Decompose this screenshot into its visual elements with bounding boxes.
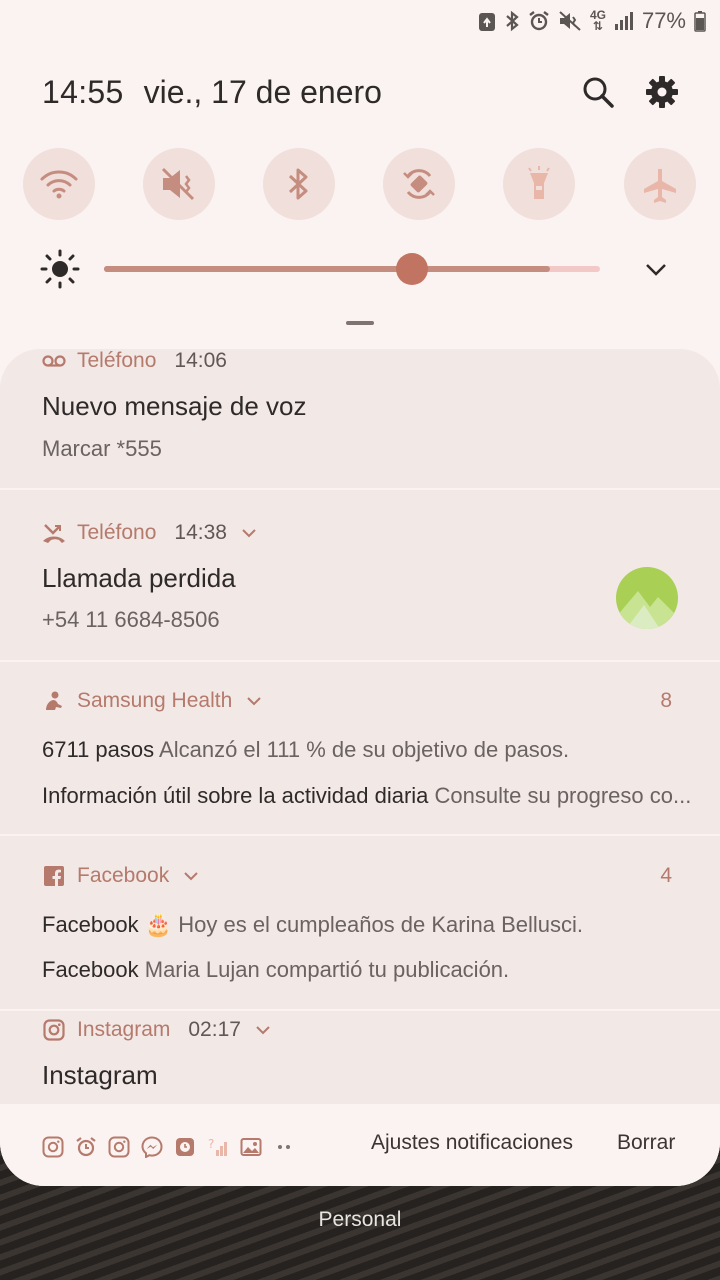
brightness-knob[interactable] (396, 253, 428, 285)
instagram-icon (108, 1136, 130, 1158)
notification-time: 14:38 (174, 521, 227, 544)
status-bar: 4G ⇅ 77% (478, 8, 706, 34)
notification-time: 14:06 (174, 349, 227, 372)
notification-line[interactable]: Facebook 🎂 Hoy es el cumpleaños de Karin… (42, 912, 583, 938)
network-type-label: 4G (589, 8, 606, 22)
clock: 14:55 (42, 73, 124, 110)
line-text: Alcanzó el 111 % de su objetivo de pasos… (154, 737, 570, 762)
missed-call-app-row[interactable]: Teléfono 14:38 (42, 518, 257, 548)
airplane-icon (644, 169, 676, 203)
chevron-down-icon[interactable] (255, 1022, 271, 1038)
battery-percent: 77% (641, 8, 686, 33)
battery-icon (694, 10, 706, 32)
line-text: 🎂 Hoy es el cumpleaños de Karina Bellusc… (138, 912, 584, 937)
rotate-toggle[interactable] (383, 148, 455, 220)
wifi-toggle[interactable] (23, 148, 95, 220)
line-bold: Facebook (42, 957, 139, 982)
search-icon (583, 77, 614, 108)
notification-line[interactable]: Información útil sobre la actividad diar… (42, 783, 691, 809)
expand-button[interactable] (636, 252, 676, 286)
bluetooth-status-icon (504, 10, 520, 32)
quick-toggles (0, 148, 720, 222)
app-name: Teléfono (77, 349, 157, 372)
alarm-icon (75, 1136, 97, 1158)
search-button[interactable] (576, 70, 620, 114)
auto-rotate-icon (403, 169, 435, 199)
app-name: Teléfono (77, 521, 157, 544)
more-icon (273, 1136, 295, 1158)
mute-status-icon (558, 10, 582, 32)
app-name: Samsung Health (77, 689, 233, 712)
profile-label: Personal (318, 1208, 402, 1231)
line-text: Maria Lujan compartió tu publicación. (138, 957, 510, 982)
settings-button[interactable] (640, 70, 684, 114)
notification-line[interactable]: 6711 pasos Alcanzó el 111 % de su objeti… (42, 737, 569, 763)
bluetooth-icon (288, 168, 308, 200)
brightness-icon (40, 249, 80, 289)
divider (0, 834, 720, 836)
line-bold: Facebook (42, 912, 139, 937)
recycle-icon (478, 10, 496, 32)
alarm-icon (528, 10, 550, 32)
chevron-down-icon[interactable] (246, 693, 262, 709)
divider (0, 660, 720, 662)
messenger-icon (141, 1136, 163, 1158)
chevron-down-icon[interactable] (241, 525, 257, 541)
signal-unknown-icon: ? (207, 1136, 229, 1158)
voicemail-app-row[interactable]: Teléfono 14:06 (42, 346, 227, 376)
signal-icon (614, 11, 634, 31)
mute-icon (161, 167, 195, 201)
wifi-icon (40, 170, 78, 199)
notification-shade: 4G ⇅ 77% 14:55 vie., 17 de enero Teléfon… (0, 0, 720, 1186)
app-name: Instagram (77, 1018, 171, 1041)
shade-header: 14:55 vie., 17 de enero (42, 70, 686, 114)
notification-subtitle: Marcar *555 (42, 436, 162, 461)
svg-text:?: ? (208, 1137, 214, 1151)
instagram-icon (42, 1136, 64, 1158)
line-bold: Información útil sobre la actividad diar… (42, 783, 429, 808)
notification-line[interactable]: Facebook Maria Lujan compartió tu public… (42, 957, 509, 983)
divider (0, 488, 720, 490)
hidden-notification-icons[interactable]: ? (42, 1134, 295, 1160)
notification-subtitle: +54 11 6684-8506 (42, 607, 220, 632)
date: vie., 17 de enero (143, 73, 382, 110)
facebook-icon (42, 864, 66, 888)
drag-handle[interactable] (346, 321, 374, 325)
brightness-fill (104, 266, 412, 272)
notification-settings-button[interactable]: Ajustes notificaciones (371, 1131, 573, 1155)
divider (0, 1009, 720, 1011)
health-app-row[interactable]: Samsung Health (42, 686, 262, 716)
chevron-down-icon (646, 264, 666, 276)
notification-count: 8 (660, 689, 672, 712)
instagram-app-row[interactable]: Instagram 02:17 (42, 1015, 271, 1045)
missed-call-icon (42, 521, 66, 545)
notification-time: 02:17 (188, 1018, 241, 1041)
clock-app-icon (174, 1136, 196, 1158)
line-text: Consulte su progreso co... (428, 783, 692, 808)
flashlight-icon (528, 166, 550, 199)
bluetooth-toggle[interactable] (263, 148, 335, 220)
brightness-slider[interactable] (104, 253, 600, 285)
sound-toggle[interactable] (143, 148, 215, 220)
notification-title[interactable]: Instagram (42, 1060, 158, 1091)
clear-button[interactable]: Borrar (617, 1131, 675, 1155)
airplane-toggle[interactable] (624, 148, 696, 220)
voicemail-icon (42, 349, 66, 373)
gallery-icon (240, 1136, 262, 1158)
samsung-health-icon (42, 689, 66, 713)
line-bold: 6711 pasos (42, 737, 155, 762)
flashlight-toggle[interactable] (503, 148, 575, 220)
caller-avatar (616, 567, 678, 629)
notification-count: 4 (660, 864, 672, 887)
chevron-down-icon[interactable] (183, 868, 199, 884)
facebook-app-row[interactable]: Facebook (42, 861, 199, 891)
network-type-icon: 4G ⇅ (589, 8, 606, 33)
gear-icon (646, 76, 678, 108)
instagram-icon (42, 1018, 66, 1042)
app-name: Facebook (77, 864, 170, 887)
notification-title[interactable]: Llamada perdida (42, 563, 236, 594)
notification-title[interactable]: Nuevo mensaje de voz (42, 391, 306, 422)
